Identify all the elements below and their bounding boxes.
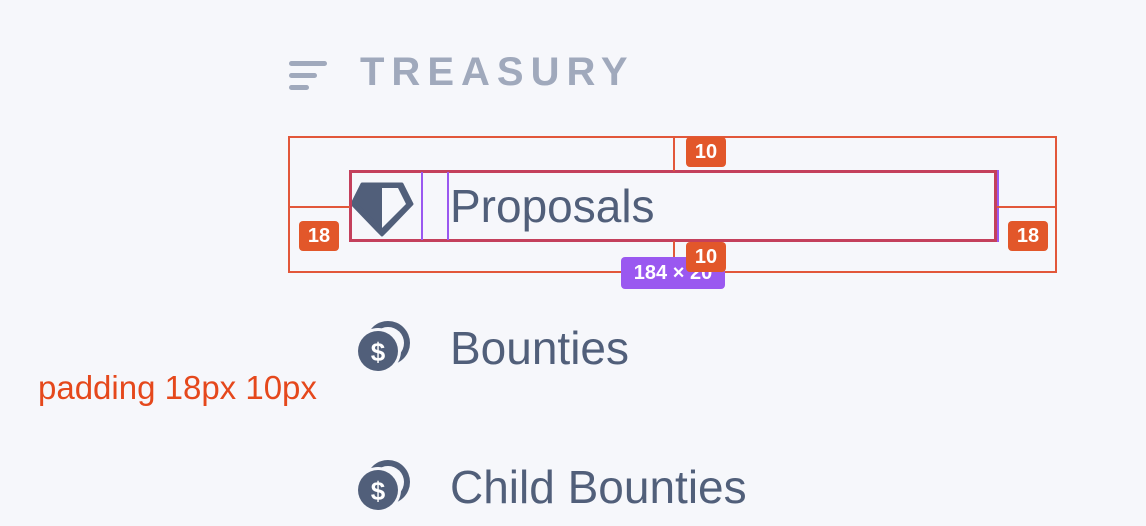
inspector-guide-left (289, 206, 350, 208)
section-title: TREASURY (360, 50, 635, 94)
coins-dollar-icon: $ (350, 312, 422, 384)
menu-lines-icon (289, 61, 327, 90)
inspector-guide-top (673, 137, 675, 171)
inspector-margin-left-badge: 18 (299, 221, 339, 251)
nav-item-label: Bounties (450, 322, 630, 374)
nav-item-label: Child Bounties (450, 461, 747, 513)
inspector-margin-top-badge: 10 (686, 137, 726, 167)
svg-text:$: $ (371, 337, 386, 367)
padding-annotation: padding 18px 10px (38, 369, 317, 406)
inspector-guide-bottom (673, 241, 675, 273)
inspector-margin-right-badge: 18 (1008, 221, 1048, 251)
inspector-guide-right (997, 206, 1057, 208)
nav-item-proposals[interactable]: Proposals (350, 170, 1000, 242)
nav-item-child-bounties[interactable]: $ Child Bounties (350, 451, 1000, 523)
inspector-margin-bottom-badge: 10 (686, 242, 726, 272)
coins-dollar-icon: $ (350, 451, 422, 523)
nav-item-bounties[interactable]: $ Bounties (350, 312, 1000, 384)
nav-item-label: Proposals (450, 180, 655, 232)
inspector-size-badge: 184 × 20 (621, 257, 725, 289)
sidebar-section-header[interactable]: TREASURY (288, 50, 635, 94)
diamond-icon (350, 170, 422, 242)
svg-text:$: $ (371, 476, 386, 506)
